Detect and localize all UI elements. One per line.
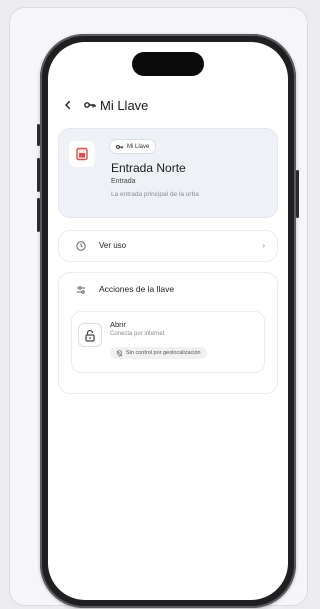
key-info-card: Mi Llave Entrada Norte Entrada La entrad… <box>58 128 278 218</box>
geolocation-chip-label: Sin control por geolocalización <box>126 350 201 356</box>
page-title-text: Mi Llave <box>100 97 149 113</box>
phone-screen: Mi Llave Mi Llave Entrada Norte Entrada … <box>48 42 288 600</box>
power-button <box>296 170 299 218</box>
geolocation-chip: Sin control por geolocalización <box>110 347 207 359</box>
location-off-icon <box>116 349 123 357</box>
key-actions-card: Acciones de la llave Abrir Conecta por i… <box>58 272 278 394</box>
view-usage-label: Ver uso <box>99 241 127 250</box>
volume-up-button <box>37 158 40 192</box>
entry-description: La entrada principal de la urba <box>111 191 199 198</box>
open-subtitle: Conecta por internet <box>110 331 165 337</box>
key-icon <box>116 144 124 149</box>
phone-mockup: Mi Llave Mi Llave Entrada Norte Entrada … <box>37 34 299 608</box>
dynamic-island <box>132 52 204 76</box>
unlock-icon <box>85 329 95 342</box>
key-icon <box>84 102 96 108</box>
key-card-icon <box>76 147 88 161</box>
entry-type: Entrada <box>111 178 136 185</box>
open-action[interactable]: Abrir Conecta por internet Sin control p… <box>71 311 265 373</box>
view-usage-row[interactable]: Ver uso › <box>58 230 278 262</box>
back-button[interactable] <box>60 97 76 113</box>
key-type-chip-label: Mi Llave <box>127 143 150 150</box>
volume-down-button <box>37 198 40 232</box>
app-header: Mi Llave <box>60 94 276 116</box>
actions-title: Acciones de la llave <box>99 284 175 294</box>
page-title: Mi Llave <box>84 98 148 113</box>
key-badge <box>69 141 95 167</box>
entry-name: Entrada Norte <box>111 161 186 175</box>
chevron-left-icon <box>65 100 71 110</box>
key-type-chip: Mi Llave <box>109 139 157 154</box>
preview-frame: Mi Llave Mi Llave Entrada Norte Entrada … <box>9 7 308 608</box>
open-label: Abrir <box>110 320 126 329</box>
history-icon <box>76 241 86 251</box>
side-button <box>37 124 40 146</box>
lock-button[interactable] <box>78 323 102 347</box>
chevron-right-icon: › <box>262 241 265 250</box>
sliders-icon <box>77 286 85 294</box>
